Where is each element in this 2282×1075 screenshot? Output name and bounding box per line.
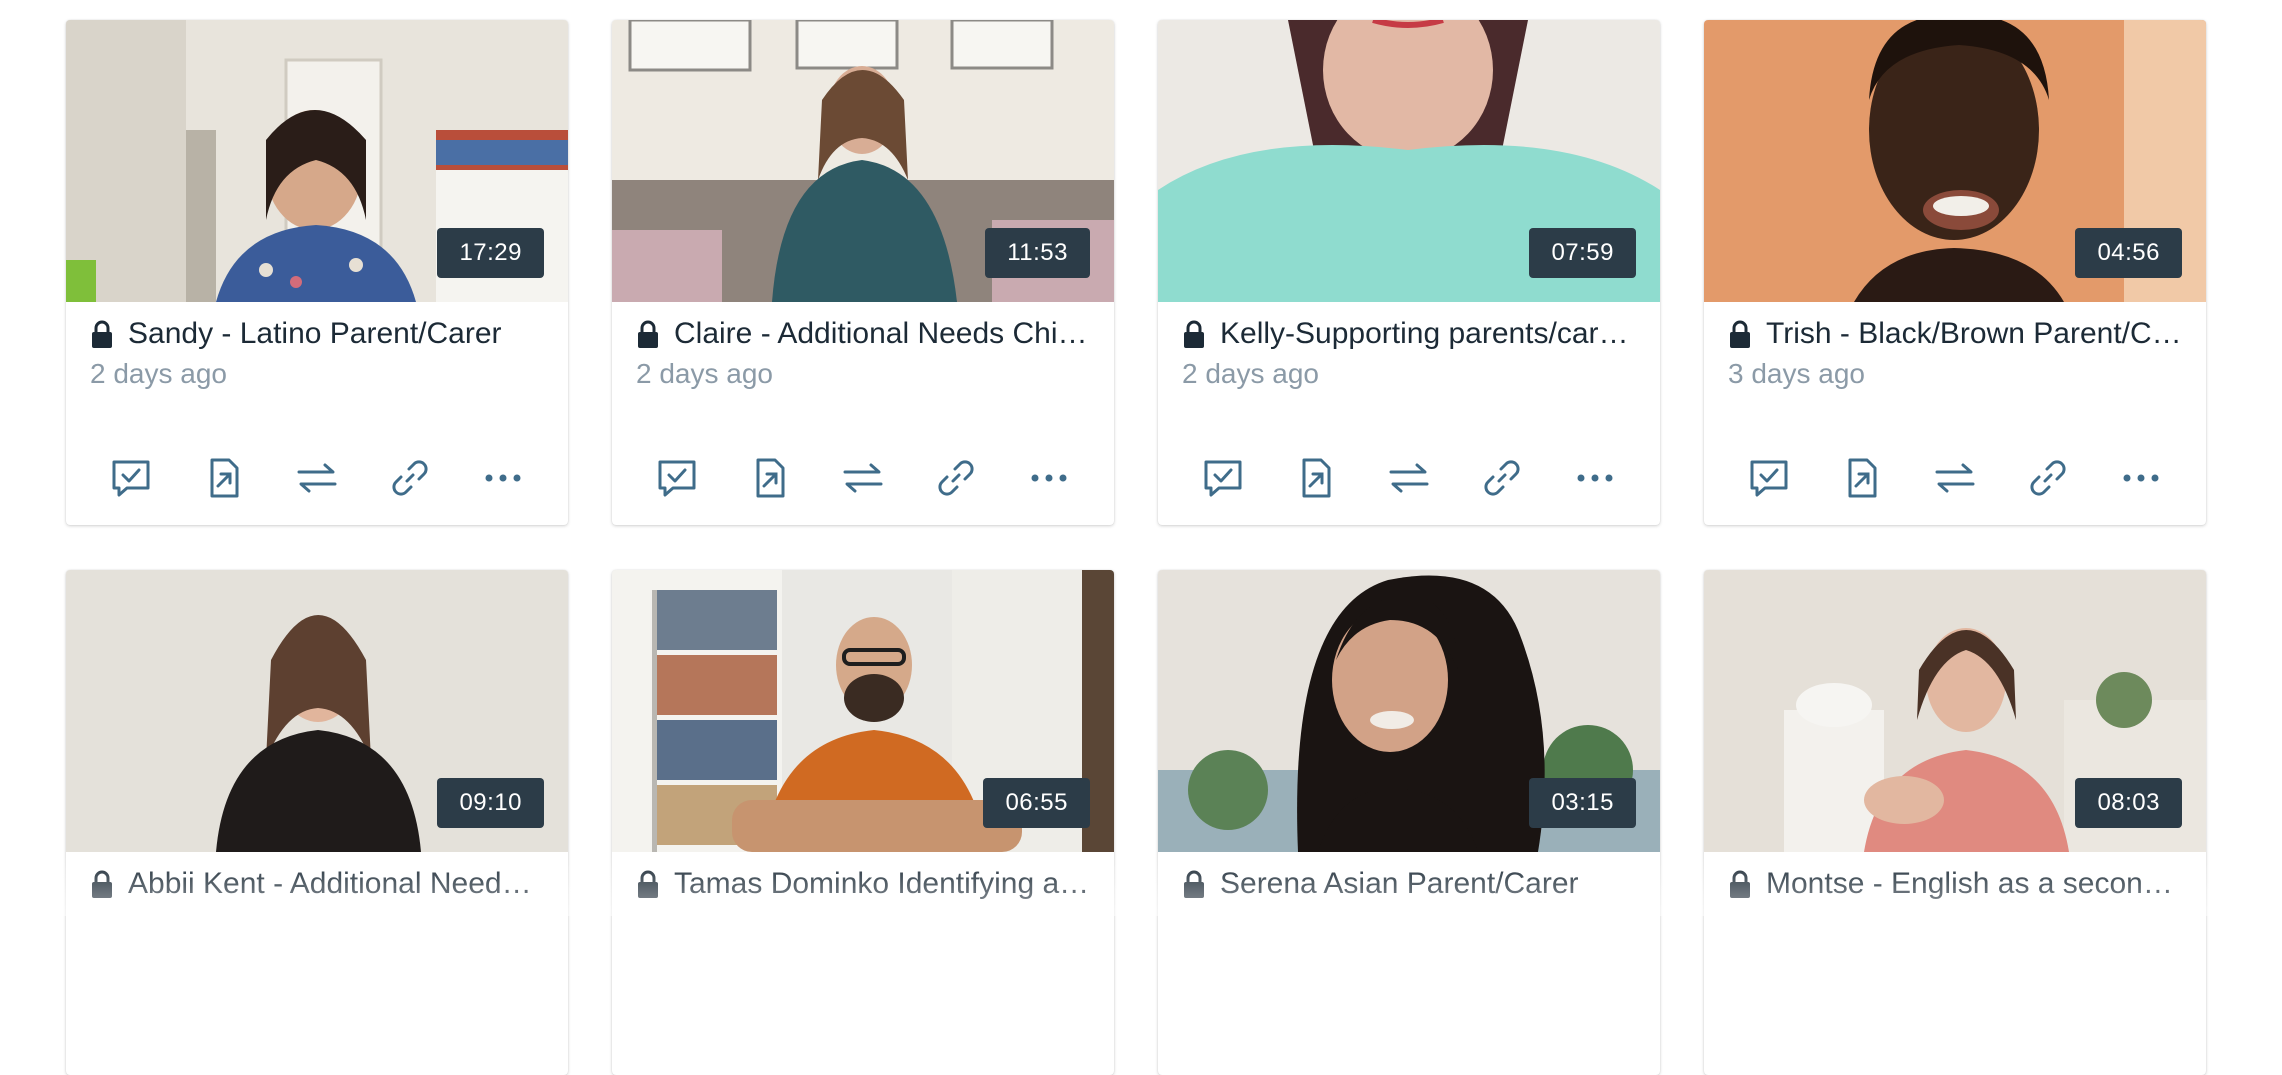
video-title[interactable]: Serena Asian Parent/Carer [1220, 867, 1579, 901]
video-card[interactable]: 04:56 Trish - Black/Brown Parent/C… 3 da… [1704, 20, 2206, 525]
link-icon [938, 460, 974, 496]
share-button[interactable] [1292, 454, 1340, 502]
video-age [1158, 902, 1660, 908]
video-title[interactable]: Kelly-Supporting parents/car… [1220, 317, 1629, 351]
video-thumbnail[interactable]: 07:59 [1158, 20, 1660, 302]
video-card[interactable]: 07:59 Kelly-Supporting parents/car… 2 da… [1158, 20, 1660, 525]
video-duration: 07:59 [1529, 228, 1636, 278]
video-duration: 09:10 [437, 778, 544, 828]
video-duration: 04:56 [2075, 228, 2182, 278]
more-icon [1031, 474, 1067, 482]
video-thumbnail[interactable]: 11:53 [612, 20, 1114, 302]
more-icon [2123, 474, 2159, 482]
more-button[interactable] [479, 454, 527, 502]
swap-icon [1389, 463, 1429, 493]
share-button[interactable] [1838, 454, 1886, 502]
share-button[interactable] [746, 454, 794, 502]
review-icon [1750, 460, 1788, 497]
share-icon [210, 458, 239, 498]
video-duration: 11:53 [985, 228, 1090, 278]
video-card[interactable]: 03:15 Serena Asian Parent/Carer [1158, 570, 1660, 1075]
more-button[interactable] [1025, 454, 1073, 502]
video-age: 2 days ago [90, 358, 227, 389]
card-actions [612, 453, 1114, 503]
video-thumbnail[interactable]: 17:29 [66, 20, 568, 302]
swap-button[interactable] [839, 454, 887, 502]
video-grid: 17:29 Sandy - Latino Parent/Carer 2 days… [0, 0, 2282, 1075]
video-age: 2 days ago [1182, 358, 1319, 389]
review-icon [112, 460, 150, 497]
share-button[interactable] [200, 454, 248, 502]
video-thumbnail[interactable]: 09:10 [66, 570, 568, 852]
review-button[interactable] [107, 454, 155, 502]
link-icon [1484, 460, 1520, 496]
copy-link-button[interactable] [932, 454, 980, 502]
lock-icon [1730, 320, 1750, 348]
lock-icon [92, 870, 112, 898]
swap-button[interactable] [1931, 454, 1979, 502]
video-thumbnail[interactable]: 04:56 [1704, 20, 2206, 302]
review-icon [658, 460, 696, 497]
share-icon [1302, 458, 1331, 498]
review-button[interactable] [1745, 454, 1793, 502]
more-icon [1577, 474, 1613, 482]
copy-link-button[interactable] [386, 454, 434, 502]
copy-link-button[interactable] [1478, 454, 1526, 502]
lock-icon [1184, 870, 1204, 898]
video-card[interactable]: 08:03 Montse - English as a secon… [1704, 570, 2206, 1075]
video-thumbnail[interactable]: 03:15 [1158, 570, 1660, 852]
video-age [66, 902, 568, 908]
video-age: 2 days ago [636, 358, 773, 389]
video-duration: 08:03 [2075, 778, 2182, 828]
card-actions [66, 453, 568, 503]
video-card[interactable]: 09:10 Abbii Kent - Additional Need… [66, 570, 568, 1075]
link-icon [392, 460, 428, 496]
card-actions [1158, 453, 1660, 503]
video-title[interactable]: Claire - Additional Needs Chi… [674, 317, 1088, 351]
swap-icon [1935, 463, 1975, 493]
video-title[interactable]: Montse - English as a secon… [1766, 867, 2173, 901]
more-button[interactable] [2117, 454, 2165, 502]
video-title[interactable]: Sandy - Latino Parent/Carer [128, 317, 502, 351]
swap-icon [297, 463, 337, 493]
video-title[interactable]: Tamas Dominko Identifying a… [674, 867, 1089, 901]
video-age: 3 days ago [1728, 358, 1865, 389]
review-icon [1204, 460, 1242, 497]
more-icon [485, 474, 521, 482]
more-button[interactable] [1571, 454, 1619, 502]
lock-icon [638, 870, 658, 898]
swap-button[interactable] [293, 454, 341, 502]
lock-icon [1730, 870, 1750, 898]
share-icon [1848, 458, 1877, 498]
copy-link-button[interactable] [2024, 454, 2072, 502]
swap-button[interactable] [1385, 454, 1433, 502]
lock-icon [92, 320, 112, 348]
video-title[interactable]: Trish - Black/Brown Parent/C… [1766, 317, 2182, 351]
video-card[interactable]: 17:29 Sandy - Latino Parent/Carer 2 days… [66, 20, 568, 525]
video-card[interactable]: 06:55 Tamas Dominko Identifying a… [612, 570, 1114, 1075]
video-duration: 03:15 [1529, 778, 1636, 828]
video-thumbnail[interactable]: 08:03 [1704, 570, 2206, 852]
swap-icon [843, 463, 883, 493]
link-icon [2030, 460, 2066, 496]
video-duration: 17:29 [437, 228, 544, 278]
video-age [1704, 902, 2206, 908]
lock-icon [1184, 320, 1204, 348]
review-button[interactable] [1199, 454, 1247, 502]
video-thumbnail[interactable]: 06:55 [612, 570, 1114, 852]
review-button[interactable] [653, 454, 701, 502]
video-age [612, 902, 1114, 908]
card-actions [1704, 453, 2206, 503]
video-title[interactable]: Abbii Kent - Additional Need… [128, 867, 532, 901]
lock-icon [638, 320, 658, 348]
video-card[interactable]: 11:53 Claire - Additional Needs Chi… 2 d… [612, 20, 1114, 525]
video-duration: 06:55 [983, 778, 1090, 828]
share-icon [756, 458, 785, 498]
